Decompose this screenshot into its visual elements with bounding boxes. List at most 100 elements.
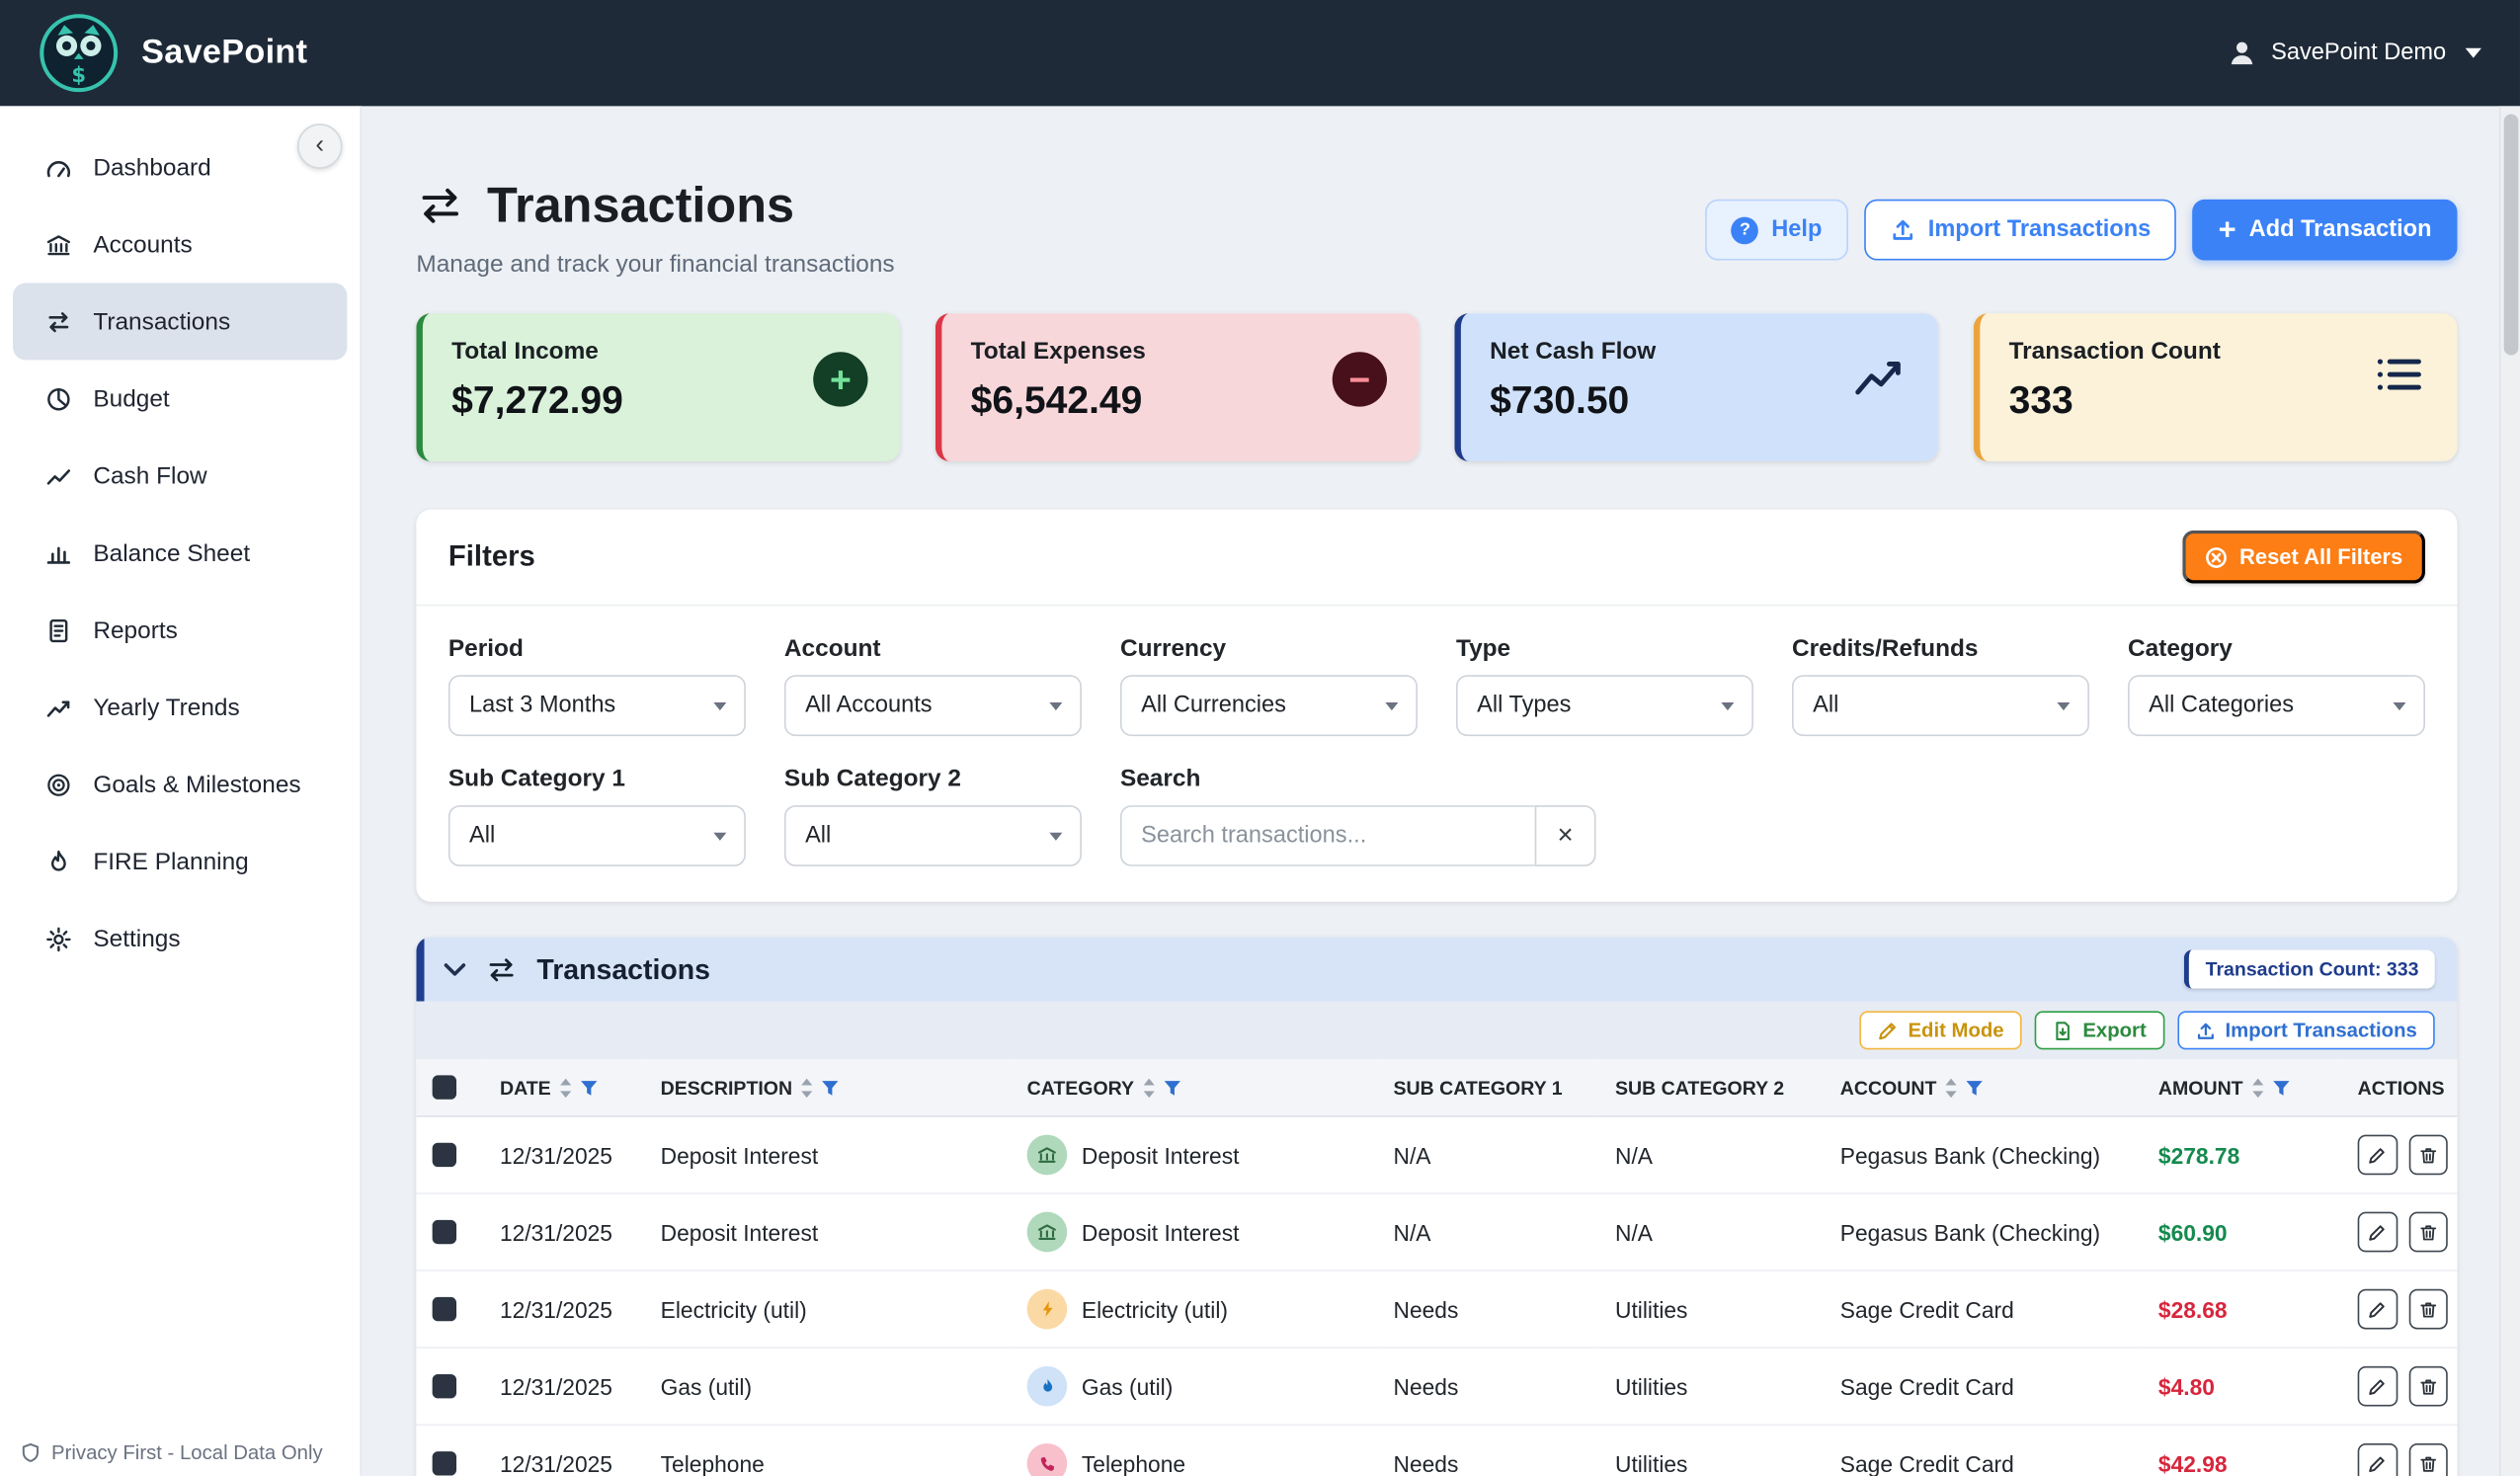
cell-date: 12/31/2025 [484, 1425, 645, 1476]
sub-category-2-select[interactable]: All [784, 805, 1082, 866]
sidebar-item-yearly-trends[interactable]: Yearly Trends [13, 669, 347, 746]
sidebar-item-accounts[interactable]: Accounts [13, 205, 347, 283]
cell-sub2: N/A [1599, 1116, 1825, 1193]
filter-funnel-icon[interactable] [1163, 1079, 1180, 1095]
sidebar-item-balance-sheet[interactable]: Balance Sheet [13, 515, 347, 592]
delete-row-button[interactable] [2408, 1212, 2448, 1253]
edit-row-button[interactable] [2358, 1443, 2398, 1476]
row-checkbox[interactable] [433, 1143, 456, 1167]
sidebar-item-goals[interactable]: Goals & Milestones [13, 746, 347, 823]
filter-funnel-icon[interactable] [2272, 1079, 2290, 1095]
select-all-checkbox[interactable] [433, 1075, 456, 1099]
cell-account: Sage Credit Card [1825, 1425, 2143, 1476]
column-header-account[interactable]: ACCOUNT [1840, 1076, 1984, 1099]
stat-value: $6,542.49 [971, 379, 1391, 425]
edit-row-button[interactable] [2358, 1212, 2398, 1253]
delete-row-button[interactable] [2408, 1135, 2448, 1176]
chevron-down-icon[interactable] [444, 962, 466, 977]
row-checkbox[interactable] [433, 1220, 456, 1244]
type-select[interactable]: All Types [1456, 675, 1753, 736]
svg-text:$: $ [71, 62, 86, 87]
sidebar-item-settings[interactable]: Settings [13, 900, 347, 977]
page-title: Transactions [487, 177, 794, 235]
user-menu[interactable]: SavePoint Demo [2228, 39, 2481, 67]
row-checkbox[interactable] [433, 1297, 456, 1321]
edit-mode-label: Edit Mode [1908, 1019, 2003, 1041]
sidebar-item-label: Cash Flow [93, 462, 206, 490]
help-button[interactable]: ? Help [1706, 200, 1848, 261]
trash-icon [2418, 1145, 2438, 1165]
column-header-amount[interactable]: AMOUNT [2158, 1076, 2290, 1099]
flame-icon [45, 848, 73, 875]
column-label: CATEGORY [1027, 1076, 1134, 1099]
transactions-table-panel: Transactions Transaction Count: 333 Edit… [416, 937, 2457, 1476]
delete-row-button[interactable] [2408, 1366, 2448, 1407]
category-select[interactable]: All Categories [2128, 675, 2425, 736]
sidebar-collapse-button[interactable]: ‹ [297, 123, 343, 169]
filter-funnel-icon[interactable] [821, 1079, 839, 1095]
add-transaction-button[interactable]: + Add Transaction [2193, 200, 2458, 261]
filter-funnel-icon[interactable] [580, 1079, 598, 1095]
account-select[interactable]: All Accounts [784, 675, 1082, 736]
sort-icon [1142, 1078, 1155, 1098]
reset-all-filters-button[interactable]: Reset All Filters [2183, 531, 2425, 584]
cell-description: Deposit Interest [644, 1116, 1011, 1193]
column-header-sub-category-2[interactable]: SUB CATEGORY 2 [1615, 1076, 1784, 1099]
row-checkbox[interactable] [433, 1451, 456, 1475]
credits-refunds-select[interactable]: All [1792, 675, 2089, 736]
table-row: 12/31/2025 Deposit Interest Deposit Inte… [416, 1116, 2457, 1193]
sidebar-item-cash-flow[interactable]: Cash Flow [13, 438, 347, 515]
trash-icon [2418, 1376, 2438, 1396]
column-label: DATE [500, 1076, 551, 1099]
edit-row-button[interactable] [2358, 1366, 2398, 1407]
delete-row-button[interactable] [2408, 1443, 2448, 1476]
cell-sub2: Utilities [1599, 1271, 1825, 1348]
period-select-value: Last 3 Months [469, 693, 615, 718]
target-icon [45, 771, 73, 798]
cell-sub1: Needs [1377, 1425, 1599, 1476]
transactions-section-header[interactable]: Transactions Transaction Count: 333 [416, 937, 2457, 1001]
edit-row-button[interactable] [2358, 1135, 2398, 1176]
filter-period: Period Last 3 Months [448, 635, 746, 736]
export-file-icon [2052, 1020, 2073, 1040]
column-header-category[interactable]: CATEGORY [1027, 1076, 1181, 1099]
column-header-date[interactable]: DATE [500, 1076, 598, 1099]
trash-icon [2418, 1222, 2438, 1242]
import-transactions-toolbar-button[interactable]: Import Transactions [2177, 1011, 2435, 1049]
filter-account: Account All Accounts [784, 635, 1082, 736]
delete-row-button[interactable] [2408, 1289, 2448, 1330]
cell-sub2: Utilities [1599, 1348, 1825, 1425]
cell-sub2: Utilities [1599, 1425, 1825, 1476]
column-header-sub-category-1[interactable]: SUB CATEGORY 1 [1394, 1076, 1563, 1099]
brand[interactable]: $ SavePoint [39, 13, 307, 93]
stat-label: Net Cash Flow [1490, 338, 1910, 366]
filter-label: Period [448, 635, 746, 663]
currency-select[interactable]: All Currencies [1120, 675, 1418, 736]
clear-search-button[interactable]: × [1535, 805, 1596, 866]
sidebar-item-budget[interactable]: Budget [13, 360, 347, 437]
filter-sub-category-1: Sub Category 1 All [448, 765, 746, 865]
column-label: DESCRIPTION [661, 1076, 792, 1099]
pencil-icon [2368, 1299, 2388, 1319]
cell-amount: $60.90 [2143, 1193, 2342, 1271]
privacy-footer: Privacy First - Local Data Only [20, 1441, 323, 1464]
filter-funnel-icon[interactable] [1966, 1079, 1984, 1095]
vertical-scrollbar[interactable] [2499, 106, 2520, 1476]
sidebar-item-transactions[interactable]: Transactions [13, 283, 347, 360]
sidebar-item-fire-planning[interactable]: FIRE Planning [13, 823, 347, 900]
search-input[interactable] [1120, 805, 1535, 866]
row-checkbox[interactable] [433, 1374, 456, 1398]
stat-value: 333 [2009, 379, 2429, 425]
sidebar-item-reports[interactable]: Reports [13, 592, 347, 669]
export-button[interactable]: Export [2035, 1011, 2164, 1049]
period-select[interactable]: Last 3 Months [448, 675, 746, 736]
edit-mode-button[interactable]: Edit Mode [1860, 1011, 2022, 1049]
scrollbar-thumb[interactable] [2504, 115, 2519, 356]
edit-row-button[interactable] [2358, 1289, 2398, 1330]
line-chart-icon [45, 462, 73, 490]
import-transactions-button[interactable]: Import Transactions [1864, 200, 2177, 261]
column-header-description[interactable]: DESCRIPTION [661, 1076, 840, 1099]
sub-category-1-select[interactable]: All [448, 805, 746, 866]
summary-cards: Total Income $7,272.99 + Total Expenses … [416, 313, 2457, 461]
category-phone-icon [1027, 1443, 1068, 1476]
